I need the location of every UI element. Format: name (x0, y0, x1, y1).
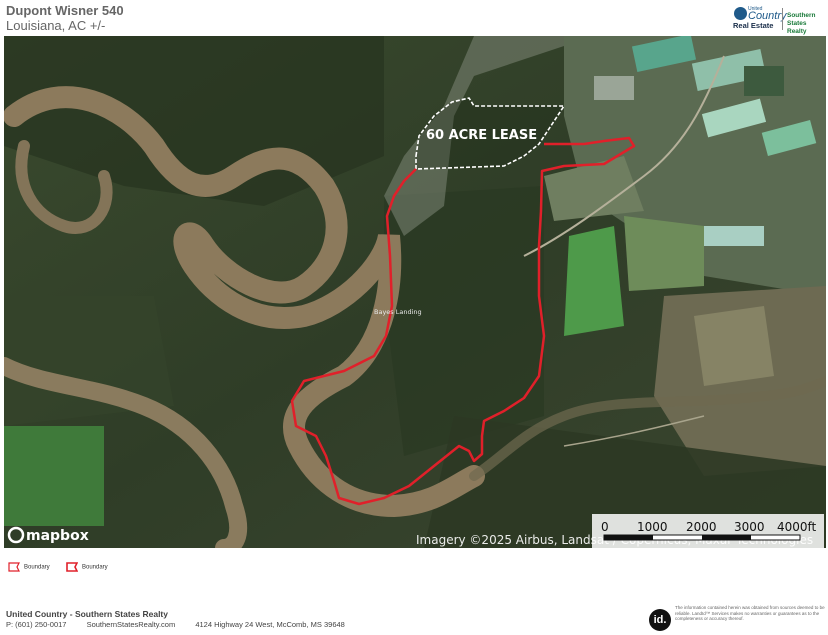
scale-bar-segment (702, 535, 751, 540)
partner-name: Southern States Realty (787, 12, 826, 36)
legend-label: Boundary (24, 564, 50, 571)
logo-divider (782, 8, 783, 30)
footer-contact: P: (601) 250-0017 SouthernStatesRealty.c… (6, 620, 363, 629)
lease-label: 60 ACRE LEASE (426, 128, 537, 143)
landid-logo[interactable]: id. (649, 609, 671, 631)
footer-phone[interactable]: P: (601) 250-0017 (6, 620, 66, 629)
boundary-symbol-icon (66, 562, 78, 572)
green-field (564, 226, 624, 336)
page-subtitle: Louisiana, AC +/- (6, 18, 106, 33)
green-field (4, 426, 104, 526)
map-canvas[interactable]: 60 ACRE LEASE Bayes Landing Imagery ©202… (4, 36, 826, 548)
pond (744, 66, 784, 96)
footer-address: 4124 Highway 24 West, McComb, MS 39648 (195, 620, 345, 629)
footer-company: United Country - Southern States Realty (6, 609, 168, 619)
satellite-map[interactable]: 60 ACRE LEASE Bayes Landing Imagery ©202… (4, 36, 826, 548)
globe-icon (734, 7, 747, 20)
brand-logo[interactable]: United Country Real Estate Southern Stat… (732, 6, 826, 35)
page-title: Dupont Wisner 540 (6, 3, 124, 18)
disclaimer-text: The information contained herein was obt… (675, 605, 825, 621)
scale-label-4000ft: 4000ft (777, 520, 817, 534)
partner-line1: Southern (787, 12, 816, 19)
partner-line2: States Realty (787, 20, 807, 35)
brand-sub: Real Estate (733, 21, 774, 30)
mapbox-text: mapbox (26, 528, 89, 544)
cleared-land (694, 306, 774, 386)
legend-label: Boundary (82, 564, 108, 571)
footer-website[interactable]: SouthernStatesRealty.com (87, 620, 176, 629)
scale-label-2000: 2000 (686, 520, 717, 534)
place-label: Bayes Landing (374, 308, 422, 316)
scale-label-0: 0 (601, 520, 609, 534)
boundary-symbol-icon (8, 562, 20, 572)
scale-label-1000: 1000 (637, 520, 668, 534)
farm-building-area (594, 76, 634, 100)
pond (704, 226, 764, 246)
scale-bar-segment (604, 535, 653, 540)
legend-item-boundary: Boundary (66, 562, 108, 572)
legend-item-boundary: Boundary (8, 562, 50, 572)
scale-bar: 0 1000 2000 3000 4000ft (592, 514, 824, 548)
scale-label-3000: 3000 (734, 520, 765, 534)
green-field (624, 216, 704, 291)
